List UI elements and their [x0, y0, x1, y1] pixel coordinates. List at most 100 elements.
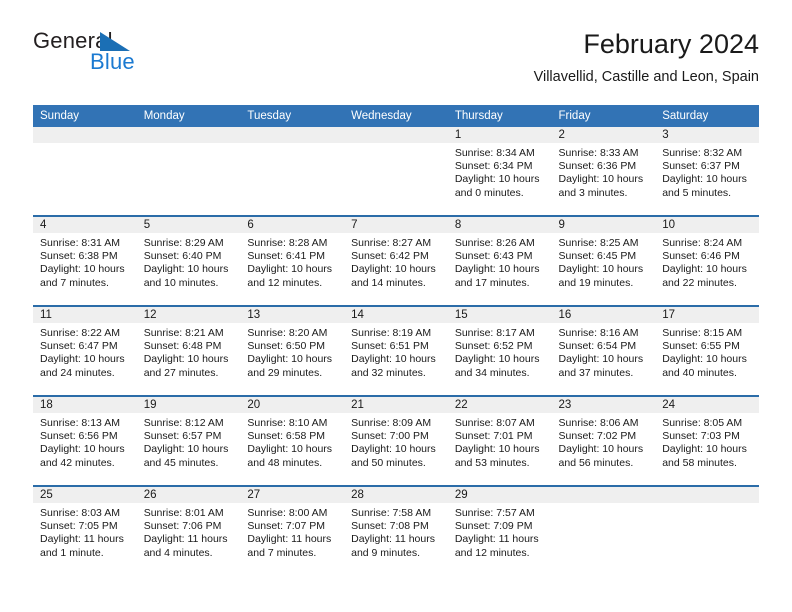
day-number: 5: [136, 217, 241, 233]
day-cell[interactable]: 20 Sunrise: 8:10 AM Sunset: 6:58 PM Dayligh…: [240, 396, 345, 486]
sunset-text: Sunset: 6:45 PM: [558, 250, 637, 263]
day-cell[interactable]: 27 Sunrise: 8:00 AM Sunset: 7:07 PM Dayligh…: [240, 486, 345, 575]
brand-logo[interactable]: General Blue: [33, 28, 263, 84]
day-cell[interactable]: 7 Sunrise: 8:27 AM Sunset: 6:42 PM Daylight…: [344, 216, 448, 306]
day-number: 14: [344, 307, 448, 323]
day-cell[interactable]: 28 Sunrise: 7:58 AM Sunset: 7:08 PM Dayligh…: [344, 486, 448, 575]
daylight-text: Daylight: 10 hours and 56 minutes.: [558, 443, 644, 469]
day-cell[interactable]: 2 Sunrise: 8:33 AM Sunset: 6:36 PM Daylight…: [551, 127, 656, 216]
day-number: [136, 127, 241, 143]
daylight-text: Daylight: 10 hours and 48 minutes.: [247, 443, 333, 469]
daylight-text: Daylight: 10 hours and 50 minutes.: [351, 443, 436, 469]
day-number: 1: [447, 127, 552, 143]
day-cell[interactable]: [344, 127, 448, 216]
day-number: 6: [240, 217, 345, 233]
daylight-text: Daylight: 10 hours and 14 minutes.: [351, 263, 436, 289]
day-cell[interactable]: 25 Sunrise: 8:03 AM Sunset: 7:05 PM Dayligh…: [33, 486, 137, 575]
day-number: 2: [551, 127, 656, 143]
day-cell[interactable]: [655, 486, 759, 575]
day-number: 21: [344, 397, 448, 413]
day-cell[interactable]: 4 Sunrise: 8:31 AM Sunset: 6:38 PM Daylight…: [33, 216, 137, 306]
day-cell[interactable]: 9 Sunrise: 8:25 AM Sunset: 6:45 PM Daylight…: [551, 216, 656, 306]
day-cell[interactable]: 14 Sunrise: 8:19 AM Sunset: 6:51 PM Dayligh…: [344, 306, 448, 396]
day-cell[interactable]: 23 Sunrise: 8:06 AM Sunset: 7:02 PM Dayligh…: [551, 396, 656, 486]
day-cell[interactable]: 12 Sunrise: 8:21 AM Sunset: 6:48 PM Dayligh…: [136, 306, 241, 396]
sunset-text: Sunset: 6:46 PM: [662, 250, 740, 263]
day-cell[interactable]: 10 Sunrise: 8:24 AM Sunset: 6:46 PM Dayligh…: [655, 216, 759, 306]
brand-name-blue: Blue: [90, 49, 135, 74]
daylight-text: Daylight: 10 hours and 29 minutes.: [247, 353, 333, 379]
weekday-header-monday: Monday: [136, 105, 241, 127]
sunrise-text: Sunrise: 8:13 AM: [40, 417, 120, 429]
day-info: Sunrise: 8:24 AM Sunset: 6:46 PM Daylight:…: [655, 233, 759, 290]
day-cell[interactable]: 15 Sunrise: 8:17 AM Sunset: 6:52 PM Dayligh…: [447, 306, 552, 396]
day-cell[interactable]: 29 Sunrise: 7:57 AM Sunset: 7:09 PM Dayligh…: [447, 486, 552, 575]
week-row: 25 Sunrise: 8:03 AM Sunset: 7:05 PM Dayligh…: [33, 486, 759, 575]
day-number: 20: [240, 397, 345, 413]
sunset-text: Sunset: 7:07 PM: [247, 520, 326, 533]
day-number: 8: [447, 217, 552, 233]
sunset-text: Sunset: 6:47 PM: [40, 340, 118, 353]
day-number: 16: [551, 307, 656, 323]
day-info: Sunrise: 8:15 AM Sunset: 6:55 PM Daylight:…: [655, 323, 759, 380]
day-cell[interactable]: 24 Sunrise: 8:05 AM Sunset: 7:03 PM Dayligh…: [655, 396, 759, 486]
day-cell[interactable]: [136, 127, 241, 216]
sunrise-text: Sunrise: 8:28 AM: [247, 237, 328, 249]
day-cell[interactable]: 8 Sunrise: 8:26 AM Sunset: 6:43 PM Daylight…: [447, 216, 552, 306]
day-cell[interactable]: 3 Sunrise: 8:32 AM Sunset: 6:37 PM Daylight…: [655, 127, 759, 216]
sunset-text: Sunset: 6:34 PM: [454, 160, 533, 173]
calendar-table: Sunday Monday Tuesday Wednesday Thursday…: [33, 105, 759, 575]
day-cell[interactable]: 22 Sunrise: 8:07 AM Sunset: 7:01 PM Dayligh…: [447, 396, 552, 486]
day-number: 25: [33, 487, 137, 503]
sunrise-text: Sunrise: 8:32 AM: [662, 147, 743, 159]
day-info: Sunrise: 8:31 AM Sunset: 6:38 PM Daylight:…: [33, 233, 137, 290]
day-cell[interactable]: 6 Sunrise: 8:28 AM Sunset: 6:41 PM Daylight…: [240, 216, 345, 306]
day-number: [551, 487, 656, 503]
sunrise-text: Sunrise: 8:05 AM: [662, 417, 743, 429]
daylight-text: Daylight: 10 hours and 22 minutes.: [662, 263, 747, 289]
sunset-text: Sunset: 6:43 PM: [454, 250, 533, 263]
day-cell[interactable]: 5 Sunrise: 8:29 AM Sunset: 6:40 PM Daylight…: [136, 216, 241, 306]
day-info: Sunrise: 8:27 AM Sunset: 6:42 PM Daylight:…: [344, 233, 448, 290]
day-number: 3: [655, 127, 759, 143]
day-cell[interactable]: 17 Sunrise: 8:15 AM Sunset: 6:55 PM Dayligh…: [655, 306, 759, 396]
day-number: 11: [33, 307, 137, 323]
day-info: Sunrise: 8:09 AM Sunset: 7:00 PM Daylight:…: [344, 413, 448, 470]
day-number: 7: [344, 217, 448, 233]
daylight-text: Daylight: 10 hours and 34 minutes.: [454, 353, 540, 379]
day-info: Sunrise: 8:00 AM Sunset: 7:07 PM Daylight:…: [240, 503, 344, 560]
sunset-text: Sunset: 6:54 PM: [558, 340, 637, 353]
day-number: 18: [33, 397, 137, 413]
sunset-text: Sunset: 6:40 PM: [143, 250, 222, 263]
day-cell[interactable]: 19 Sunrise: 8:12 AM Sunset: 6:57 PM Dayligh…: [136, 396, 241, 486]
day-info: Sunrise: 7:57 AM Sunset: 7:09 PM Daylight:…: [448, 503, 552, 560]
day-cell[interactable]: 18 Sunrise: 8:13 AM Sunset: 6:56 PM Dayligh…: [33, 396, 137, 486]
day-cell[interactable]: [33, 127, 137, 216]
day-info: Sunrise: 8:17 AM Sunset: 6:52 PM Daylight:…: [448, 323, 552, 380]
day-info: Sunrise: 8:20 AM Sunset: 6:50 PM Daylight:…: [240, 323, 344, 380]
sunset-text: Sunset: 6:41 PM: [247, 250, 326, 263]
sunrise-text: Sunrise: 7:57 AM: [454, 507, 535, 519]
day-cell[interactable]: [551, 486, 656, 575]
sunrise-text: Sunrise: 8:25 AM: [558, 237, 639, 249]
day-number: [240, 127, 345, 143]
day-cell[interactable]: 1 Sunrise: 8:34 AM Sunset: 6:34 PM Daylight…: [447, 127, 552, 216]
sunset-text: Sunset: 6:38 PM: [40, 250, 118, 263]
day-cell[interactable]: 26 Sunrise: 8:01 AM Sunset: 7:06 PM Dayligh…: [136, 486, 241, 575]
day-number: 27: [240, 487, 345, 503]
sunrise-text: Sunrise: 8:12 AM: [143, 417, 224, 429]
daylight-text: Daylight: 10 hours and 37 minutes.: [558, 353, 644, 379]
day-cell[interactable]: 16 Sunrise: 8:16 AM Sunset: 6:54 PM Dayligh…: [551, 306, 656, 396]
day-number: 15: [447, 307, 552, 323]
sunrise-text: Sunrise: 8:10 AM: [247, 417, 328, 429]
day-number: 29: [447, 487, 552, 503]
sunrise-text: Sunrise: 8:26 AM: [454, 237, 535, 249]
sunrise-text: Sunrise: 8:06 AM: [558, 417, 639, 429]
day-cell[interactable]: 13 Sunrise: 8:20 AM Sunset: 6:50 PM Dayligh…: [240, 306, 345, 396]
day-info: Sunrise: 8:12 AM Sunset: 6:57 PM Daylight:…: [137, 413, 241, 470]
daylight-text: Daylight: 11 hours and 7 minutes.: [247, 533, 332, 559]
day-cell[interactable]: [240, 127, 345, 216]
day-cell[interactable]: 21 Sunrise: 8:09 AM Sunset: 7:00 PM Dayligh…: [344, 396, 448, 486]
day-cell[interactable]: 11 Sunrise: 8:22 AM Sunset: 6:47 PM Dayligh…: [33, 306, 137, 396]
day-info: [33, 143, 137, 147]
